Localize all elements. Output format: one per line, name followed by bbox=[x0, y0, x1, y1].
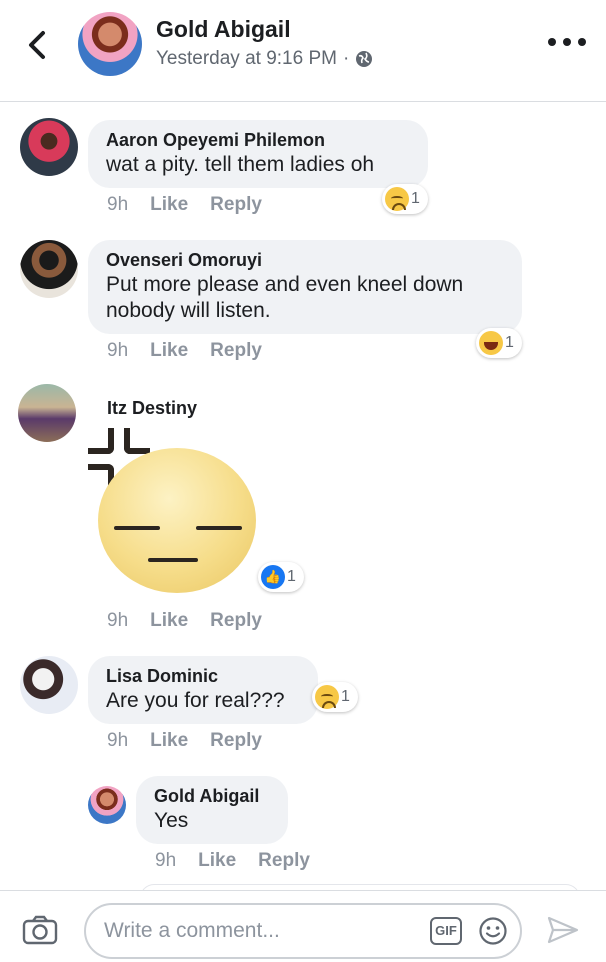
reply-button[interactable]: Reply bbox=[210, 340, 262, 362]
comment-actions: 9h Like Reply bbox=[107, 340, 262, 362]
reply-button[interactable]: Reply bbox=[210, 194, 262, 216]
reply-avatar[interactable] bbox=[88, 786, 126, 824]
comment-input[interactable] bbox=[104, 915, 424, 947]
like-button[interactable]: Like bbox=[150, 730, 188, 752]
like-button[interactable]: Like bbox=[150, 610, 188, 632]
reaction-count[interactable]: 1 bbox=[312, 682, 358, 712]
commenter-avatar[interactable] bbox=[20, 240, 78, 298]
meta-separator: · bbox=[342, 48, 350, 69]
comment-time: 9h bbox=[107, 730, 129, 751]
comment-author[interactable]: Aaron Opeyemi Philemon bbox=[106, 128, 410, 152]
reaction-count[interactable]: 👍 1 bbox=[258, 562, 304, 592]
like-button[interactable]: Like bbox=[150, 340, 188, 362]
post-meta: Yesterday at 9:16 PM · bbox=[156, 48, 373, 70]
like-button[interactable]: Like bbox=[198, 850, 236, 872]
comment-author[interactable]: Ovenseri Omoruyi bbox=[106, 248, 504, 272]
sad-reaction-icon bbox=[315, 685, 339, 709]
post-timestamp[interactable]: Yesterday at 9:16 PM bbox=[156, 48, 337, 70]
comment-bubble: Ovenseri Omoruyi Put more please and eve… bbox=[88, 240, 522, 334]
comment-bubble: Aaron Opeyemi Philemon wat a pity. tell … bbox=[88, 120, 428, 188]
author-name[interactable]: Gold Abigail bbox=[156, 16, 291, 43]
reaction-count[interactable]: 1 bbox=[382, 184, 428, 214]
post-header: Gold Abigail Yesterday at 9:16 PM · bbox=[0, 0, 606, 102]
comment-bubble: Lisa Dominic Are you for real??? bbox=[88, 656, 318, 724]
reply-button[interactable]: Reply bbox=[210, 730, 262, 752]
like-reaction-icon: 👍 bbox=[261, 565, 285, 589]
comment-actions: 9h Like Reply bbox=[107, 730, 262, 752]
send-icon bbox=[547, 916, 579, 944]
commenter-avatar[interactable] bbox=[18, 384, 76, 442]
commenter-avatar[interactable] bbox=[20, 118, 78, 176]
annoyed-face-sticker[interactable] bbox=[88, 428, 268, 598]
reply-actions: 9h Like Reply bbox=[155, 850, 310, 872]
commenter-avatar[interactable] bbox=[20, 656, 78, 714]
camera-icon bbox=[22, 915, 58, 945]
sad-reaction-icon bbox=[385, 187, 409, 211]
comment-actions: 9h Like Reply bbox=[107, 610, 262, 632]
comment-composer: GIF bbox=[0, 890, 606, 962]
reply-time: 9h bbox=[155, 850, 177, 871]
comment-actions: 9h Like Reply bbox=[107, 194, 262, 216]
reply-button[interactable]: Reply bbox=[258, 850, 310, 872]
author-avatar[interactable] bbox=[78, 12, 142, 76]
comment-author[interactable]: Itz Destiny bbox=[107, 396, 197, 420]
comment-text-line: nobody will listen. bbox=[106, 299, 271, 322]
sticker-face bbox=[98, 448, 256, 593]
reply-author[interactable]: Gold Abigail bbox=[154, 784, 270, 808]
reply-button[interactable]: Reply bbox=[210, 610, 262, 632]
emoji-icon bbox=[479, 917, 507, 945]
comment-text: Are you for real??? bbox=[106, 689, 285, 712]
send-button[interactable] bbox=[546, 915, 580, 945]
haha-reaction-icon bbox=[479, 331, 503, 355]
reaction-count[interactable]: 1 bbox=[476, 328, 522, 358]
emoji-button[interactable] bbox=[478, 916, 508, 946]
comment-input-box[interactable]: GIF bbox=[84, 903, 522, 959]
more-dots-icon bbox=[548, 38, 556, 46]
comment-author[interactable]: Lisa Dominic bbox=[106, 664, 300, 688]
reply-text: Yes bbox=[154, 809, 189, 832]
chevron-left-icon bbox=[29, 31, 45, 59]
like-button[interactable]: Like bbox=[150, 194, 188, 216]
camera-button[interactable] bbox=[22, 915, 58, 945]
comment-text: wat a pity. tell them ladies oh bbox=[106, 153, 375, 176]
comment-text-line: Put more please and even kneel down bbox=[106, 273, 464, 296]
globe-icon bbox=[356, 51, 373, 67]
gif-button[interactable]: GIF bbox=[430, 917, 462, 945]
comment-time: 9h bbox=[107, 610, 129, 631]
reply-bubble: Gold Abigail Yes bbox=[136, 776, 288, 844]
comment-time: 9h bbox=[107, 340, 129, 361]
comment-time: 9h bbox=[107, 194, 129, 215]
more-options-button[interactable] bbox=[548, 32, 586, 52]
back-button[interactable] bbox=[22, 28, 52, 62]
